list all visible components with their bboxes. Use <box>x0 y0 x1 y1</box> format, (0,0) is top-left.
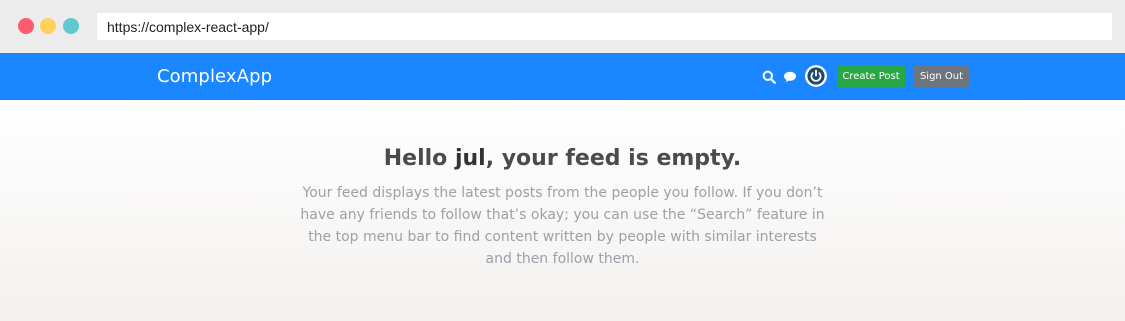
sign-out-button[interactable]: Sign Out <box>914 66 969 87</box>
feed-container: Hello jul, your feed is empty. Your feed… <box>0 100 1125 321</box>
username: jul <box>454 146 486 171</box>
window-maximize-button[interactable] <box>63 18 79 34</box>
browser-chrome: https://complex-react-app/ <box>0 0 1125 53</box>
search-icon[interactable] <box>762 70 776 84</box>
app-navbar: ComplexApp Create Post Sign Out <box>0 53 1125 100</box>
feed-empty-description: Your feed displays the latest posts from… <box>300 185 825 267</box>
avatar-power-icon[interactable] <box>805 65 827 87</box>
brand-logo-link[interactable]: ComplexApp <box>157 66 272 87</box>
greeting-prefix: Hello <box>383 146 455 171</box>
address-bar[interactable]: https://complex-react-app/ <box>97 13 1112 40</box>
create-post-button[interactable]: Create Post <box>837 66 905 87</box>
chat-icon[interactable] <box>783 70 797 84</box>
window-minimize-button[interactable] <box>40 18 56 34</box>
greeting-suffix: , your feed is empty. <box>485 146 742 171</box>
feed-empty-heading: Hello jul, your feed is empty. <box>0 146 1125 171</box>
window-close-button[interactable] <box>18 18 34 34</box>
url-text: https://complex-react-app/ <box>107 18 269 35</box>
